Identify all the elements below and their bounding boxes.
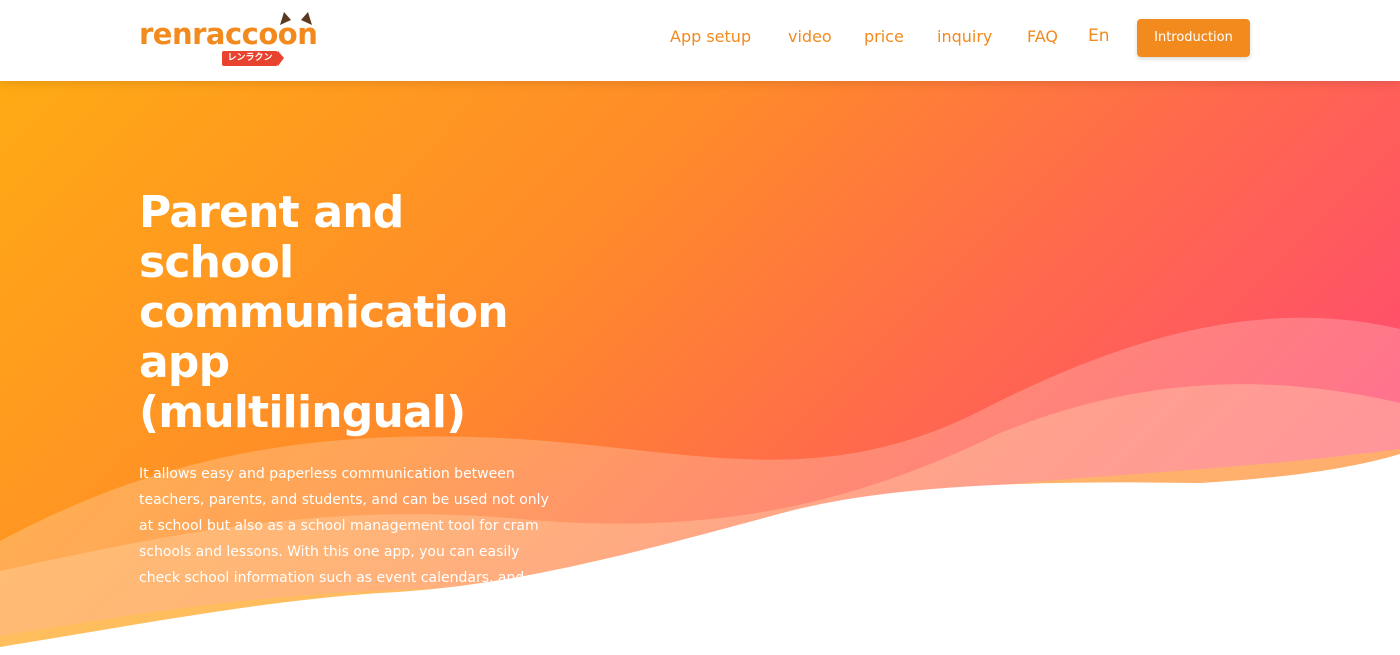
nav-price[interactable]: price — [864, 26, 904, 48]
introduction-button[interactable]: Introduction — [1137, 19, 1250, 57]
nav-inquiry[interactable]: inquiry — [937, 26, 992, 48]
nav-video[interactable]: video — [788, 26, 832, 48]
site-header: renraccoon レンラクン App setup video price i… — [0, 0, 1400, 81]
hero-waves-front — [0, 449, 1400, 655]
hero-section: Parent and school communication app (mul… — [0, 81, 1400, 655]
language-switch[interactable]: En — [1088, 25, 1110, 47]
nav-faq[interactable]: FAQ — [1027, 26, 1058, 48]
nav-app-setup[interactable]: App setup — [670, 26, 751, 48]
